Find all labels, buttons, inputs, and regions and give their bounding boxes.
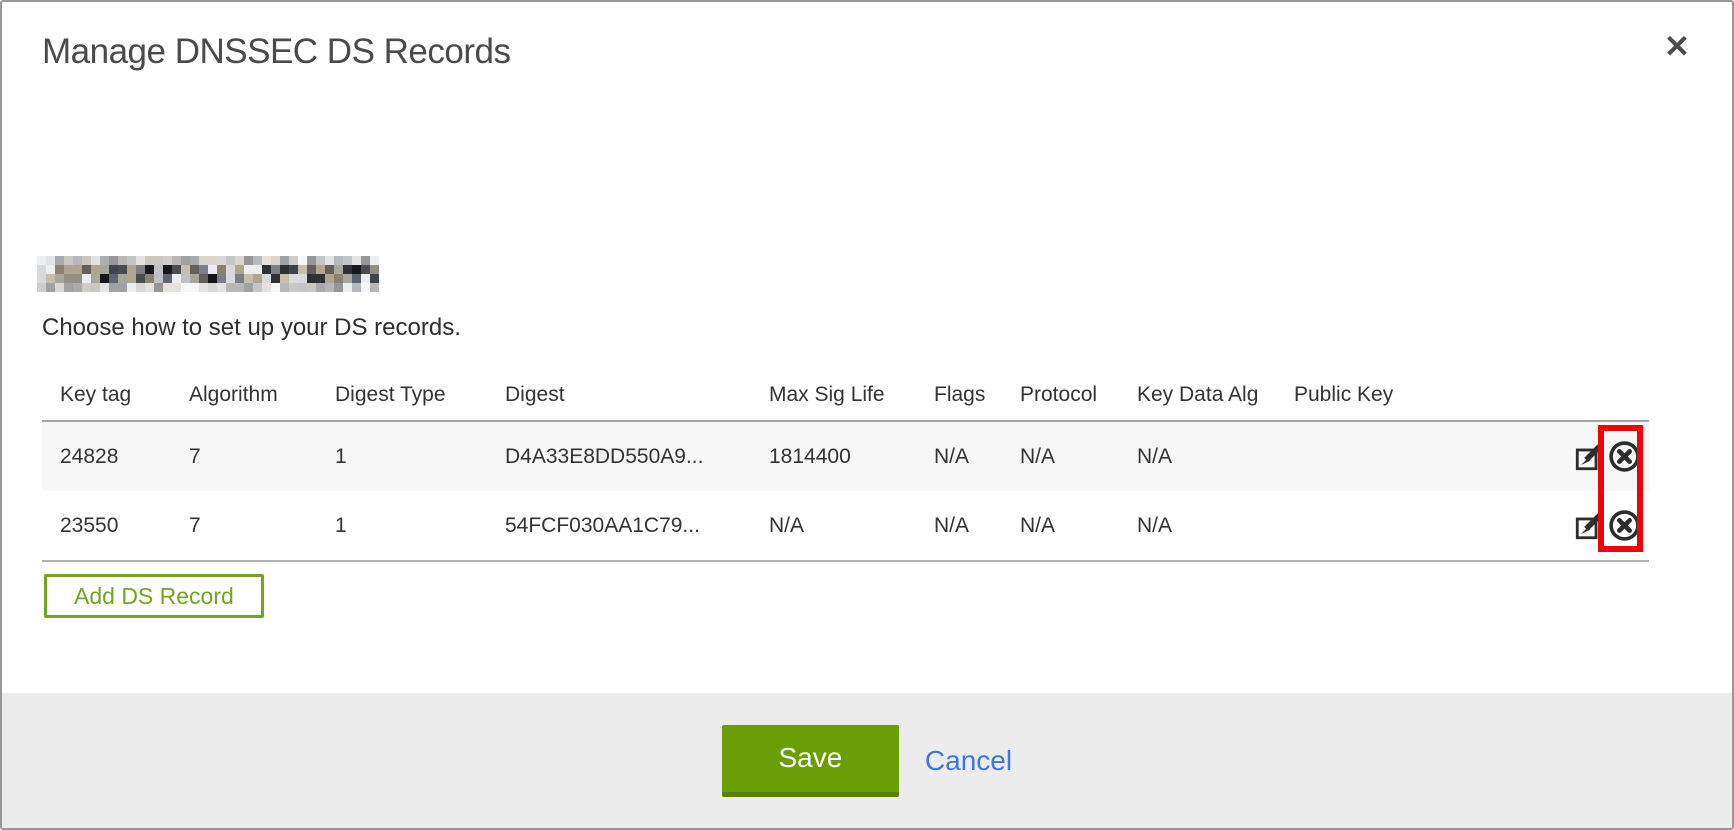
table-cell: N/A: [751, 491, 916, 561]
dialog-title: Manage DNSSEC DS Records: [42, 32, 510, 72]
column-header: Digest Type: [317, 380, 487, 421]
ds-records-table-wrap: Key tagAlgorithmDigest TypeDigestMax Sig…: [42, 380, 1649, 562]
table-row: 2482871D4A33E8DD550A9...1814400N/AN/AN/A: [42, 421, 1649, 491]
table-cell: N/A: [916, 491, 1002, 561]
redacted-domain-name: [37, 256, 379, 292]
table-cell: 7: [171, 491, 317, 561]
column-header: Public Key: [1276, 380, 1544, 421]
table-cell: [1276, 491, 1544, 561]
dialog-footer: Save Cancel: [2, 693, 1732, 828]
column-header: Algorithm: [171, 380, 317, 421]
table-cell: 23550: [42, 491, 171, 561]
table-header-row: Key tagAlgorithmDigest TypeDigestMax Sig…: [42, 380, 1649, 421]
edit-icon: [1574, 442, 1604, 472]
add-ds-record-button[interactable]: Add DS Record: [44, 574, 264, 618]
table-cell: N/A: [1002, 421, 1119, 491]
table-cell: 7: [171, 421, 317, 491]
close-button[interactable]: ✕: [1654, 24, 1700, 70]
ds-records-table: Key tagAlgorithmDigest TypeDigestMax Sig…: [42, 380, 1649, 562]
table-cell: [1276, 421, 1544, 491]
close-icon: ✕: [1664, 29, 1690, 65]
table-cell: 1: [317, 421, 487, 491]
table-cell: 1814400: [751, 421, 916, 491]
manage-dnssec-dialog: Manage DNSSEC DS Records ✕ Choose how to…: [0, 0, 1734, 830]
table-row: 235507154FCF030AA1C79...N/AN/AN/AN/A: [42, 491, 1649, 561]
column-header: Flags: [916, 380, 1002, 421]
table-cell: 54FCF030AA1C79...: [487, 491, 751, 561]
cancel-link[interactable]: Cancel: [925, 745, 1012, 777]
table-cell: D4A33E8DD550A9...: [487, 421, 751, 491]
column-header: Key tag: [42, 380, 171, 421]
table-cell: N/A: [916, 421, 1002, 491]
save-button[interactable]: Save: [722, 725, 899, 797]
circle-x-icon: [1608, 440, 1641, 473]
column-header: Digest: [487, 380, 751, 421]
edit-record-button[interactable]: [1574, 511, 1604, 541]
column-header: Key Data Alg: [1119, 380, 1276, 421]
table-cell: N/A: [1002, 491, 1119, 561]
delete-record-button[interactable]: [1608, 440, 1641, 473]
column-header: Max Sig Life: [751, 380, 916, 421]
edit-record-button[interactable]: [1574, 442, 1604, 472]
edit-icon: [1574, 511, 1604, 541]
delete-record-button[interactable]: [1608, 509, 1641, 542]
table-cell: N/A: [1119, 491, 1276, 561]
table-cell: N/A: [1119, 421, 1276, 491]
instruction-text: Choose how to set up your DS records.: [42, 314, 461, 342]
table-body: 2482871D4A33E8DD550A9...1814400N/AN/AN/A…: [42, 421, 1649, 561]
table-cell: 1: [317, 491, 487, 561]
circle-x-icon: [1608, 509, 1641, 542]
column-header: Protocol: [1002, 380, 1119, 421]
table-cell: 24828: [42, 421, 171, 491]
